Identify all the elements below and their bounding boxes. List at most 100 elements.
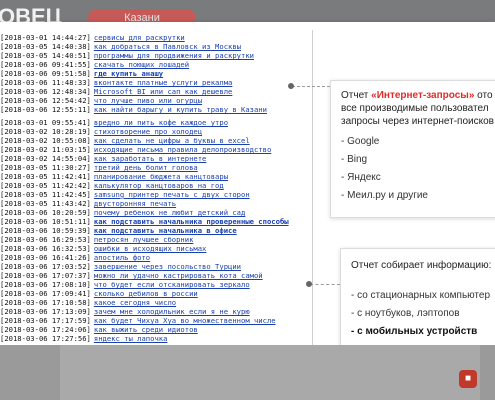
log-query-link[interactable]: что будет если отсканировать зеркало — [94, 280, 250, 289]
connector-dot — [306, 281, 312, 287]
callout-internet-requests: Отчет «Интернет-запросы» ото все произво… — [330, 80, 495, 218]
log-query-link[interactable]: почему ребенок не любит детский сад — [94, 208, 245, 217]
log-query-link[interactable]: вредно ли пить кофе каждое утро — [94, 118, 228, 127]
device-item: - со стационарных компьютер — [351, 290, 491, 301]
log-row: [2018-03-05 11:42:42] калькулятор канцтов… — [0, 181, 312, 190]
log-query-link[interactable]: как подставить начальника в офисе — [94, 226, 237, 235]
log-row: [2018-03-06 12:55:11] как найти барыгу и … — [0, 105, 312, 114]
log-timestamp: [2018-03-05 11:30:27] — [0, 163, 91, 172]
log-query-link[interactable]: сервисы для раскрутки — [94, 33, 185, 42]
log-query-link[interactable]: калькулятор канцтоваров на год — [94, 181, 224, 190]
log-query-link[interactable]: апостиль фото — [94, 253, 150, 262]
log-query-link[interactable]: петросян лучшее сборник — [94, 235, 194, 244]
log-query-link[interactable]: Microsoft BI или сап как дешевле — [94, 87, 232, 96]
log-row: [2018-03-06 11:48:33] вконтакте платные у… — [0, 78, 312, 87]
log-timestamp: [2018-03-06 16:41:26] — [0, 253, 91, 262]
log-timestamp: [2018-03-06 17:13:09] — [0, 307, 91, 316]
log-query-link[interactable]: samsung принтер печать с двух сторон — [94, 190, 250, 199]
log-row: [2018-03-05 14:40:38] как добраться в Пав… — [0, 42, 312, 51]
log-row: [2018-03-06 16:41:26] апостиль фото — [0, 253, 312, 262]
log-row: [2018-03-06 12:48:34] Microsoft BI или са… — [0, 87, 312, 96]
search-log-panel: [2018-03-01 14:44:27] сервисы для раскрут… — [0, 30, 313, 345]
log-timestamp: [2018-03-06 16:32:53] — [0, 244, 91, 253]
engine-item: - Яндекс — [341, 172, 381, 183]
log-timestamp: [2018-03-06 12:48:34] — [0, 87, 91, 96]
log-row: [2018-03-06 17:07:37] можно ли удачно кас… — [0, 271, 312, 280]
log-query-link[interactable]: как добраться в Павловск из Москвы — [94, 42, 241, 51]
log-timestamp: [2018-03-05 11:42:41] — [0, 172, 91, 181]
log-query-link[interactable]: где купить анашу — [94, 69, 163, 78]
log-row: [2018-03-02 14:55:04] как заработать в ин… — [0, 154, 312, 163]
log-query-link[interactable]: как найти барыгу и купить траву в Казани — [94, 105, 267, 114]
log-query-link[interactable]: ошибки в исходящих письмах — [94, 244, 207, 253]
log-row: [2018-03-06 12:54:42] что лучше пиво или … — [0, 96, 312, 105]
log-timestamp: [2018-03-06 17:07:37] — [0, 271, 91, 280]
engine-item: - Google — [341, 136, 380, 147]
log-row: [2018-03-06 17:03:52] завершение через по… — [0, 262, 312, 271]
log-query-link[interactable]: стихотворение про холодец — [94, 127, 202, 136]
log-query-link[interactable]: программы для продвижения и раскрутки — [94, 51, 254, 60]
connector-line — [310, 284, 340, 285]
log-query-link[interactable]: скачать поющих лошадей — [94, 60, 189, 69]
log-row: [2018-03-06 17:24:06] как выжить среди ид… — [0, 325, 312, 334]
log-query-link[interactable]: исходящие письма правила делопроизводств… — [94, 145, 271, 154]
log-timestamp: [2018-03-06 09:41:55] — [0, 60, 91, 69]
log-timestamp: [2018-03-06 17:27:56] — [0, 334, 91, 343]
log-query-link[interactable]: сколько дебилов в россии — [94, 289, 198, 298]
log-timestamp: [2018-03-06 17:17:59] — [0, 316, 91, 325]
log-timestamp: [2018-03-05 11:43:42] — [0, 199, 91, 208]
log-query-link[interactable]: вконтакте платные услуги рекалма — [94, 78, 232, 87]
log-row: [2018-03-02 11:03:15] исходящие письма пр… — [0, 145, 312, 154]
log-timestamp: [2018-03-06 10:51:11] — [0, 217, 91, 226]
callout2-title: Отчет собирает информацию: — [351, 260, 492, 271]
log-query-link[interactable]: зачем мне холодильник если я не курю — [94, 307, 250, 316]
search-engines-list: - Google - Bing - Яндекс - Меил.ру и дру… — [341, 133, 428, 205]
log-row: [2018-03-06 16:32:53] ошибки в исходящих … — [0, 244, 312, 253]
log-row: [2018-03-05 11:43:42] двусторонняя печать — [0, 199, 312, 208]
log-query-link[interactable]: яндекс ты лапочка — [94, 334, 168, 343]
app-logo-icon: ■ — [459, 370, 477, 388]
log-row: [2018-03-06 17:17:59] как будет Чихуа Хуа… — [0, 316, 312, 325]
log-query-link[interactable]: завершение через посольство Турции — [94, 262, 241, 271]
log-row: [2018-03-05 11:42:41] планирование бюджет… — [0, 172, 312, 181]
device-item: - с мобильных устройств — [351, 326, 478, 337]
connector-dot — [288, 83, 294, 89]
log-timestamp: [2018-03-06 12:54:42] — [0, 96, 91, 105]
log-timestamp: [2018-03-02 10:28:19] — [0, 127, 91, 136]
log-timestamp: [2018-03-06 17:09:41] — [0, 289, 91, 298]
log-row: [2018-03-06 10:51:11] как подставить нача… — [0, 217, 312, 226]
connector-line — [292, 86, 330, 87]
log-query-link[interactable]: как сделать не цифры а буквы в excel — [94, 136, 250, 145]
log-query-link[interactable]: что лучше пиво или огурцы — [94, 96, 202, 105]
callout-devices: Отчет собирает информацию: - со стациона… — [340, 248, 495, 348]
log-timestamp: [2018-03-06 09:51:58] — [0, 69, 91, 78]
log-timestamp: [2018-03-05 11:42:42] — [0, 181, 91, 190]
log-row: [2018-03-06 16:29:53] петросян лучшее сбо… — [0, 235, 312, 244]
log-timestamp: [2018-03-02 11:03:15] — [0, 145, 91, 154]
device-item: - с ноутбуков, лэптопов — [351, 308, 460, 319]
log-query-link[interactable]: как выжить среди идиотов — [94, 325, 198, 334]
log-row: [2018-03-06 09:41:55] скачать поющих лоша… — [0, 60, 312, 69]
engine-item: - Bing — [341, 154, 368, 165]
log-row: [2018-03-05 14:40:51] программы для продв… — [0, 51, 312, 60]
log-query-link[interactable]: можно ли удачно кастрировать кота самой — [94, 271, 263, 280]
log-query-link[interactable]: как заработать в интернете — [94, 154, 207, 163]
log-timestamp: [2018-03-05 14:40:51] — [0, 51, 91, 60]
log-query-link[interactable]: как будет Чихуа Хуа во множественном чис… — [94, 316, 276, 325]
log-timestamp: [2018-03-02 14:55:04] — [0, 154, 91, 163]
devices-list: - со стационарных компьютер - с ноутбуко… — [351, 287, 490, 341]
log-query-link[interactable]: как подставить начальника проверенные сп… — [94, 217, 289, 226]
log-query-link[interactable]: третий день болит голова — [94, 163, 198, 172]
log-timestamp: [2018-03-06 17:10:58] — [0, 298, 91, 307]
log-timestamp: [2018-03-06 12:55:11] — [0, 105, 91, 114]
log-row: [2018-03-06 10:20:59] почему ребенок не л… — [0, 208, 312, 217]
log-timestamp: [2018-03-05 14:40:38] — [0, 42, 91, 51]
content-card: [2018-03-01 14:44:27] сервисы для раскрут… — [0, 22, 495, 348]
log-timestamp: [2018-03-06 10:59:39] — [0, 226, 91, 235]
bottom-card — [60, 345, 480, 400]
log-query-link[interactable]: двусторонняя печать — [94, 199, 176, 208]
log-timestamp: [2018-03-01 09:55:41] — [0, 118, 91, 127]
log-query-link[interactable]: планирование бюджета канцтовары — [94, 172, 228, 181]
log-query-link[interactable]: какое сегодня число — [94, 298, 176, 307]
log-row: [2018-03-02 10:55:08] как сделать не цифр… — [0, 136, 312, 145]
